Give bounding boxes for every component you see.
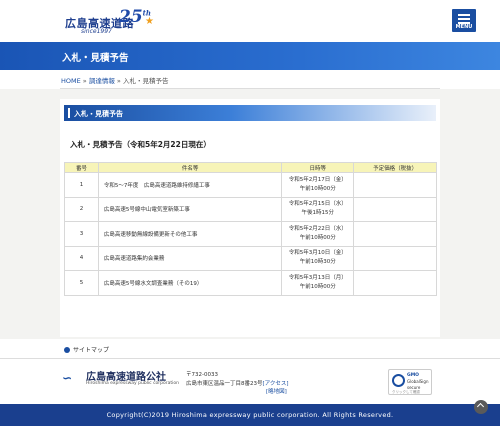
col-header-price: 予定価格（税抜） — [353, 162, 437, 173]
breadcrumb-current: 入札・見積予告 — [122, 77, 169, 85]
row-number: 4 — [64, 245, 99, 271]
corporation-logo-icon: ∽ — [62, 371, 73, 385]
circle-arrow-icon — [64, 346, 70, 353]
footer-company-en: Hiroshima expressway public corporation — [86, 381, 179, 386]
row-price — [353, 270, 437, 296]
row-datetime: 令和5年2月15日（水） 午後1時15分 — [281, 196, 355, 222]
row-number: 1 — [64, 172, 99, 198]
row-price — [353, 245, 437, 271]
footer-address: 〒732-0033 広島市東区温品一丁目8番23号[アクセス] [略地図] — [186, 371, 289, 397]
logo-since: since1997 — [81, 28, 112, 35]
table-row: 5 広島高速5号線水文調査業務（その19） 令和5年3月13日（月） 午前10時0… — [64, 270, 437, 296]
row-price — [353, 196, 437, 222]
site-footer: ∽ 広島高速道路公社 Hiroshima expressway public c… — [0, 359, 500, 404]
col-header-subject: 件名等 — [97, 162, 283, 173]
table-row: 2 広島高速5号線中山電気室新築工事 令和5年2月15日（水） 午後1時15分 — [64, 196, 437, 222]
globalsign-seal-icon — [392, 374, 405, 387]
back-to-top-button[interactable] — [474, 400, 488, 414]
footer-street: 広島市東区温品一丁目8番23号 — [186, 380, 263, 387]
row-number: 3 — [64, 221, 99, 247]
row-subject[interactable]: 令和5～7年度 広島高速道路維持修繕工事 — [97, 172, 283, 198]
row-datetime: 令和5年2月22日（水） 午前10時00分 — [281, 221, 355, 247]
row-subject[interactable]: 広島高速移動無線設備更新その他工事 — [97, 221, 283, 247]
breadcrumb: HOME » 調達情報 » 入札・見積予告 — [61, 77, 169, 85]
star-icon: ★ — [145, 16, 154, 27]
table-row: 4 広島高速道路集約会業務 令和5年3月10日（金） 午前10時30分 — [64, 245, 437, 271]
table-header-row: 番号 件名等 日時等 予定価格（税抜） — [64, 162, 437, 173]
table-row: 1 令和5～7年度 広島高速道路維持修繕工事 令和5年2月17日（金） 午前10時… — [64, 172, 437, 198]
bid-notice-table: 番号 件名等 日時等 予定価格（税抜） 1 令和5～7年度 広島高速道路維持修繕… — [64, 162, 437, 296]
breadcrumb-home[interactable]: HOME — [61, 77, 81, 85]
col-header-number: 番号 — [64, 162, 99, 173]
row-price — [353, 221, 437, 247]
map-link[interactable]: [略地図] — [266, 389, 287, 395]
sitemap-label: サイトマップ — [73, 347, 110, 354]
footer-zip: 〒732-0033 — [186, 372, 218, 378]
access-link[interactable]: [アクセス] — [263, 381, 289, 387]
col-header-datetime: 日時等 — [281, 162, 355, 173]
sitemap-link[interactable]: サイトマップ — [64, 345, 109, 354]
copyright-bar: Copyright(C)2019 Hiroshima expressway pu… — [0, 404, 500, 426]
row-datetime: 令和5年3月10日（金） 午前10時30分 — [281, 245, 355, 271]
page-title-band: 入札・見積予告 — [0, 42, 500, 70]
page-title: 入札・見積予告 — [62, 53, 129, 64]
row-subject[interactable]: 広島高速5号線中山電気室新築工事 — [97, 196, 283, 222]
row-datetime: 令和5年2月17日（金） 午前10時00分 — [281, 172, 355, 198]
row-datetime: 令和5年3月13日（月） 午前10時00分 — [281, 270, 355, 296]
row-subject[interactable]: 広島高速道路集約会業務 — [97, 245, 283, 271]
section-subheading: 入札・見積予告（令和5年2月22日現在） — [70, 140, 211, 149]
menu-button[interactable]: MENU — [452, 9, 476, 32]
row-subject[interactable]: 広島高速5号線水文調査業務（その19） — [97, 270, 283, 296]
globalsign-seal[interactable]: GMO GlobalSign secure クリックして確認 — [388, 369, 432, 395]
menu-label: MENU — [455, 24, 473, 30]
table-row: 3 広島高速移動無線設備更新その他工事 令和5年2月22日（水） 午前10時00分 — [64, 221, 437, 247]
site-header: 広島高速道路 since1997 25th ★ MENU — [0, 0, 500, 42]
section-heading: 入札・見積予告 — [74, 110, 123, 118]
row-price — [353, 172, 437, 198]
row-number: 5 — [64, 270, 99, 296]
row-number: 2 — [64, 196, 99, 222]
copyright-text: Copyright(C)2019 Hiroshima expressway pu… — [106, 411, 394, 419]
section-heading-bar: 入札・見積予告 — [64, 105, 436, 121]
hamburger-icon — [458, 14, 470, 16]
breadcrumb-parent[interactable]: 調達情報 — [89, 77, 115, 85]
site-logo[interactable]: 広島高速道路 since1997 25th ★ — [65, 7, 157, 35]
